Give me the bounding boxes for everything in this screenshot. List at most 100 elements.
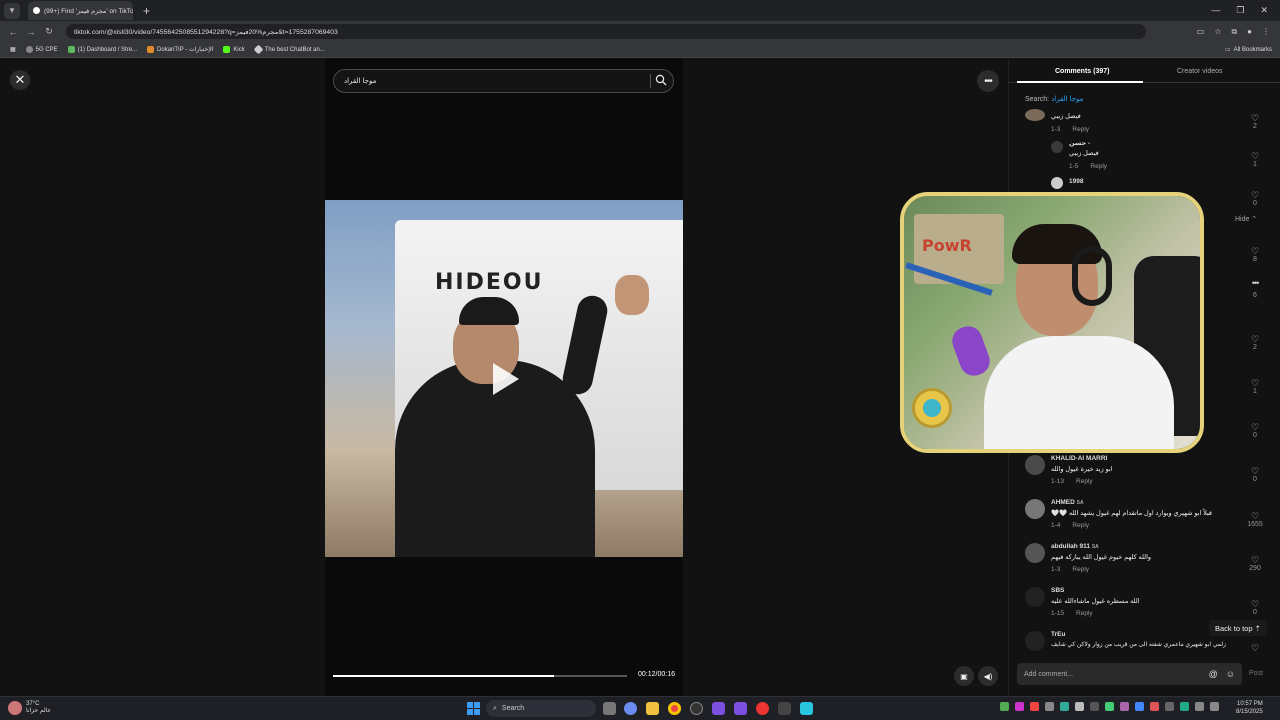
- extensions-icon[interactable]: ⧉: [1231, 27, 1237, 37]
- avatar[interactable]: [1025, 455, 1045, 475]
- play-icon[interactable]: [493, 363, 519, 395]
- tray-icon[interactable]: [1180, 702, 1189, 711]
- like-button[interactable]: ♡ 0: [1245, 599, 1265, 616]
- emoji-icon[interactable]: ☺: [1226, 669, 1235, 679]
- like-button[interactable]: ♡ 1: [1245, 151, 1265, 168]
- tray-icon[interactable]: [1165, 702, 1174, 711]
- like-button[interactable]: ♡ 290: [1245, 555, 1265, 572]
- comment-author[interactable]: AHMED SA: [1051, 499, 1084, 506]
- like-button[interactable]: ♡ 1655: [1245, 511, 1265, 528]
- like-button[interactable]: ♡ 1: [1245, 378, 1265, 395]
- reply-link[interactable]: Reply: [1072, 522, 1089, 529]
- like-button[interactable]: ♡ 2: [1245, 334, 1265, 351]
- app-icon[interactable]: [756, 702, 769, 715]
- like-button[interactable]: ♡: [1245, 643, 1265, 653]
- comment-search-query[interactable]: موجا القراد: [1051, 96, 1083, 103]
- browser-tab[interactable]: (99+) Find 'مجرم فيمز' on TikTok ✕: [28, 1, 133, 20]
- bookmark-chatbot[interactable]: The best ChatBot an...: [253, 44, 325, 55]
- avatar[interactable]: [1051, 177, 1063, 189]
- profile-icon[interactable]: ●: [1247, 27, 1252, 37]
- comment-author[interactable]: SBS: [1051, 587, 1064, 594]
- chrome-icon[interactable]: [668, 702, 681, 715]
- app-icon[interactable]: [734, 702, 747, 715]
- address-bar[interactable]: tiktok.com/@xisll30/video/74556425085512…: [66, 24, 1146, 39]
- comment-author[interactable]: abdullah 911 SA: [1051, 543, 1099, 550]
- volume-icon[interactable]: ◀): [978, 666, 998, 686]
- avatar[interactable]: [1025, 499, 1045, 519]
- tray-icon[interactable]: [1045, 702, 1054, 711]
- captions-icon[interactable]: ▣: [954, 666, 974, 686]
- mention-icon[interactable]: @: [1209, 669, 1218, 679]
- hide-replies-link[interactable]: Hide ⌃: [1235, 215, 1257, 223]
- app-icon[interactable]: [712, 702, 725, 715]
- tray-icon[interactable]: [1060, 702, 1069, 711]
- tray-icon[interactable]: [1030, 702, 1039, 711]
- bookmark-star-icon[interactable]: ☆: [1214, 27, 1221, 37]
- forward-icon[interactable]: →: [22, 27, 40, 37]
- minimize-icon[interactable]: —: [1211, 5, 1220, 16]
- tab-creator-videos[interactable]: Creator videos: [1177, 68, 1223, 75]
- comment-author[interactable]: KHALID-Al MARRI: [1051, 455, 1107, 462]
- close-window-icon[interactable]: ✕: [1260, 5, 1268, 16]
- tab-list-dropdown-icon[interactable]: ▾: [4, 2, 20, 19]
- app-icon[interactable]: [778, 702, 791, 715]
- video-frame[interactable]: HIDEOU: [325, 200, 683, 557]
- taskbar-clock[interactable]: 10:57 PM 8/15/2025: [1236, 700, 1263, 716]
- new-tab-icon[interactable]: +: [143, 4, 150, 18]
- search-icon[interactable]: [655, 74, 667, 86]
- app-icon[interactable]: [690, 702, 703, 715]
- reply-link[interactable]: Reply: [1090, 163, 1107, 170]
- avatar[interactable]: [1025, 543, 1045, 563]
- tray-icon[interactable]: [1105, 702, 1114, 711]
- video-progress-bar[interactable]: [333, 675, 627, 677]
- taskbar-search[interactable]: ⌕ Search: [486, 700, 596, 717]
- like-button[interactable]: ♡ 8: [1245, 246, 1265, 263]
- post-button[interactable]: Post: [1249, 670, 1263, 677]
- tray-icon[interactable]: [1150, 702, 1159, 711]
- close-video-button[interactable]: ✕: [10, 70, 30, 90]
- file-explorer-icon[interactable]: [646, 702, 659, 715]
- like-button[interactable]: ♡ 0: [1245, 466, 1265, 483]
- tray-icon[interactable]: [1000, 702, 1009, 711]
- tray-icon[interactable]: [1090, 702, 1099, 711]
- like-button[interactable]: 6: [1245, 292, 1265, 299]
- tray-icon[interactable]: [1120, 702, 1129, 711]
- tray-icon[interactable]: [1210, 702, 1219, 711]
- all-bookmarks[interactable]: ▭ All Bookmarks: [1225, 46, 1272, 54]
- like-button[interactable]: ♡ 0: [1245, 190, 1265, 207]
- task-view-icon[interactable]: [603, 702, 616, 715]
- avatar[interactable]: [1025, 109, 1045, 121]
- reply-link[interactable]: Reply: [1076, 478, 1093, 485]
- avatar[interactable]: [1051, 141, 1063, 153]
- maximize-icon[interactable]: ❐: [1236, 5, 1244, 16]
- reply-link[interactable]: Reply: [1072, 126, 1089, 133]
- comment-author[interactable]: حسن -: [1069, 139, 1090, 147]
- back-to-top-button[interactable]: Back to top ⇡: [1209, 620, 1267, 636]
- avatar[interactable]: [1025, 587, 1045, 607]
- app-icon[interactable]: [800, 702, 813, 715]
- more-options-icon[interactable]: •••: [1245, 278, 1265, 288]
- like-button[interactable]: ♡ 0: [1245, 422, 1265, 439]
- comment-author[interactable]: TrEu: [1051, 631, 1065, 638]
- menu-icon[interactable]: ⋮: [1262, 27, 1270, 37]
- comment-author[interactable]: 1998: [1069, 178, 1083, 185]
- back-icon[interactable]: ←: [4, 27, 22, 37]
- weather-widget[interactable]: 37°C عالم حزانا: [8, 701, 51, 715]
- reply-link[interactable]: Reply: [1076, 610, 1093, 617]
- bookmark-kick[interactable]: Kick: [223, 46, 245, 53]
- copilot-icon[interactable]: [624, 702, 637, 715]
- tray-icon[interactable]: [1195, 702, 1204, 711]
- more-options-icon[interactable]: •••: [977, 70, 999, 92]
- tray-icon[interactable]: [1135, 702, 1144, 711]
- windows-start-icon[interactable]: [467, 702, 480, 715]
- comment-input[interactable]: Add comment... @ ☺: [1017, 663, 1242, 685]
- avatar[interactable]: [1025, 631, 1045, 651]
- bookmark-5g-cpe[interactable]: 5G CPE: [25, 46, 58, 53]
- search-input[interactable]: موجا القراد: [333, 69, 674, 93]
- reload-icon[interactable]: ↻: [40, 26, 58, 37]
- tab-comments[interactable]: Comments (397): [1055, 68, 1109, 75]
- cast-icon[interactable]: ▭: [1197, 27, 1205, 37]
- like-button[interactable]: ♡ 2: [1245, 113, 1265, 130]
- apps-grid-icon[interactable]: ▦: [10, 46, 16, 53]
- bookmark-dashboard[interactable]: (1) Dashboard / Stre...: [67, 46, 137, 53]
